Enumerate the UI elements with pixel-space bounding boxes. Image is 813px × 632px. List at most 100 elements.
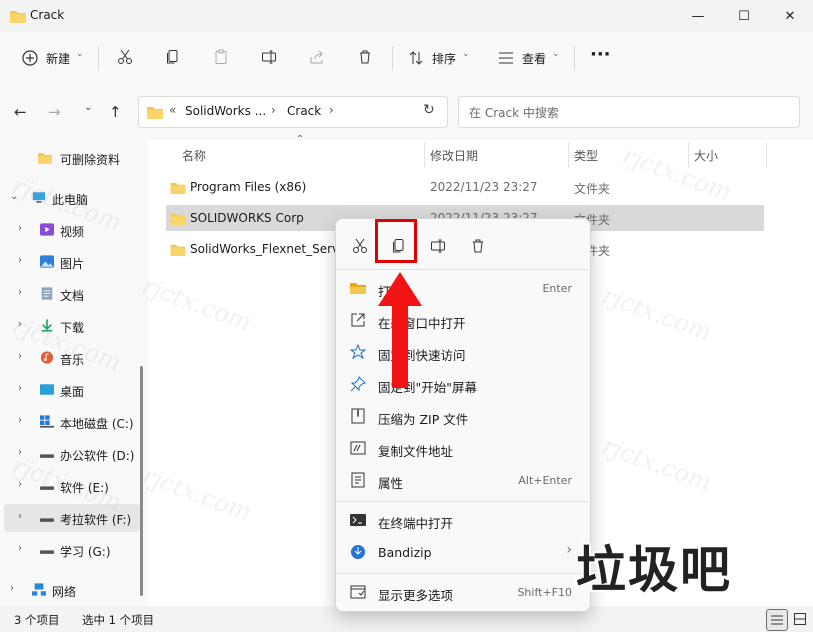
view-button[interactable]: 查看 ⌄ bbox=[494, 44, 564, 72]
chevron-right-icon[interactable]: › bbox=[18, 543, 22, 554]
sort-label: 排序 bbox=[432, 52, 457, 66]
cm-item-bandizip[interactable]: Bandizip › bbox=[340, 537, 586, 567]
drive-icon bbox=[40, 550, 54, 554]
cm-item-properties[interactable]: 属性 Alt+Enter bbox=[340, 465, 586, 495]
cm-item-copy-path[interactable]: 复制文件地址 bbox=[340, 433, 586, 463]
desktop-icon bbox=[40, 384, 54, 395]
rename-button[interactable] bbox=[256, 44, 282, 70]
sidebar-item-network[interactable]: › 网络 bbox=[0, 576, 140, 604]
chevron-right-icon[interactable]: › bbox=[18, 383, 22, 394]
chevron-right-icon[interactable]: › bbox=[18, 255, 22, 266]
sidebar-item-removable[interactable]: 可删除资料 bbox=[0, 144, 140, 172]
address-bar[interactable]: « SolidWorks ... › Crack › ↻ bbox=[138, 96, 448, 128]
rename-icon bbox=[262, 50, 276, 64]
title-bar: Crack — ☐ ✕ bbox=[0, 0, 813, 32]
selection-count: 选中 1 个项目 bbox=[82, 613, 155, 627]
cm-delete-button[interactable] bbox=[464, 233, 492, 259]
cut-button[interactable] bbox=[112, 44, 138, 70]
forward-arrow-icon[interactable]: → bbox=[48, 103, 61, 121]
column-header-size[interactable]: 大小 bbox=[694, 147, 718, 164]
delete-button[interactable] bbox=[352, 44, 378, 70]
cm-item-open-terminal[interactable]: 在终端中打开 bbox=[340, 505, 586, 535]
folder-icon bbox=[38, 153, 52, 164]
breadcrumb-separator: › bbox=[329, 103, 334, 117]
folder-icon bbox=[170, 182, 186, 194]
sidebar-item-documents[interactable]: › 文档 bbox=[0, 280, 140, 308]
new-button[interactable]: 新建 ⌄ bbox=[18, 44, 88, 72]
sort-button[interactable]: 排序 ⌄ bbox=[404, 44, 474, 72]
breadcrumb-overflow[interactable]: « bbox=[169, 103, 176, 117]
scissors-icon bbox=[353, 238, 367, 253]
folder-icon bbox=[170, 244, 186, 256]
watermark-text: 垃圾吧 bbox=[576, 541, 732, 599]
chevron-right-icon[interactable]: › bbox=[10, 583, 14, 594]
document-icon bbox=[41, 287, 53, 300]
scissors-icon bbox=[118, 49, 132, 64]
breadcrumb-item[interactable]: Crack bbox=[287, 104, 321, 118]
chevron-right-icon[interactable]: › bbox=[18, 351, 22, 362]
sidebar-item-desktop[interactable]: › 桌面 bbox=[0, 376, 140, 404]
picture-icon bbox=[40, 255, 54, 268]
chevron-down-icon: ⌄ bbox=[76, 49, 84, 59]
chevron-right-icon: › bbox=[566, 542, 572, 558]
file-date: 2022/11/23 23:27 bbox=[430, 180, 538, 194]
cm-item-pin-quick-access[interactable]: 固定到快速访问 bbox=[340, 337, 586, 367]
cm-item-compress-zip[interactable]: 压缩为 ZIP 文件 bbox=[340, 401, 586, 431]
sidebar-item-label: 网络 bbox=[52, 585, 77, 599]
cm-item-label: 压缩为 ZIP 文件 bbox=[378, 412, 469, 427]
copy-button[interactable] bbox=[160, 44, 186, 70]
cm-rename-button[interactable] bbox=[424, 233, 452, 259]
sidebar-item-label: 可删除资料 bbox=[60, 153, 121, 167]
cm-item-shortcut: Shift+F10 bbox=[517, 586, 572, 599]
network-icon bbox=[32, 583, 46, 596]
search-placeholder: 在 Crack 中搜索 bbox=[469, 106, 559, 120]
list-view-icon bbox=[499, 52, 513, 64]
chevron-right-icon[interactable]: › bbox=[18, 511, 22, 522]
bandizip-icon bbox=[351, 545, 365, 559]
drive-icon bbox=[40, 518, 54, 522]
folder-icon bbox=[10, 11, 26, 23]
cm-cut-button[interactable] bbox=[346, 233, 374, 259]
share-button[interactable] bbox=[304, 44, 330, 70]
window-title: Crack bbox=[30, 8, 65, 22]
clipboard-icon bbox=[215, 49, 227, 64]
chevron-right-icon[interactable]: › bbox=[18, 223, 22, 234]
details-view-button[interactable] bbox=[766, 609, 788, 631]
cm-item-pin-start[interactable]: 固定到"开始"屏幕 bbox=[340, 369, 586, 399]
more-options-button[interactable]: ··· bbox=[590, 44, 611, 65]
back-arrow-icon[interactable]: ← bbox=[14, 103, 27, 121]
cm-item-open-new-window[interactable]: 在新窗口中打开 bbox=[340, 305, 586, 335]
chevron-right-icon[interactable]: › bbox=[18, 415, 22, 426]
column-header-name[interactable]: 名称 bbox=[182, 147, 206, 164]
tiles-view-button[interactable] bbox=[790, 609, 810, 629]
tiles-view-icon bbox=[794, 613, 806, 625]
file-type: 文件夹 bbox=[574, 182, 611, 196]
paste-button[interactable] bbox=[208, 44, 234, 70]
column-header-type[interactable]: 类型 bbox=[574, 147, 598, 164]
video-icon bbox=[40, 223, 54, 236]
recent-chevron-icon[interactable]: ⌄ bbox=[84, 102, 92, 113]
up-arrow-icon[interactable]: ↑ bbox=[109, 103, 122, 121]
cm-item-label: Bandizip bbox=[378, 545, 432, 560]
close-button[interactable]: ✕ bbox=[767, 0, 813, 32]
pin-icon bbox=[350, 376, 366, 392]
maximize-button[interactable]: ☐ bbox=[721, 0, 767, 32]
search-box[interactable]: 在 Crack 中搜索 bbox=[458, 96, 800, 128]
breadcrumb-item[interactable]: SolidWorks ... bbox=[185, 104, 266, 118]
star-icon bbox=[350, 344, 366, 360]
drive-icon bbox=[40, 454, 54, 458]
minimize-button[interactable]: — bbox=[675, 0, 721, 32]
cm-item-open[interactable]: 打开 Enter bbox=[340, 273, 586, 303]
rename-icon bbox=[431, 239, 445, 253]
cm-item-show-more[interactable]: 显示更多选项 Shift+F10 bbox=[340, 577, 586, 607]
sidebar-item-pictures[interactable]: › 图片 bbox=[0, 248, 140, 276]
sidebar-item-drive-f[interactable]: › 考拉软件 (F:) bbox=[4, 504, 140, 532]
refresh-icon[interactable]: ↻ bbox=[423, 102, 435, 118]
column-header-date[interactable]: 修改日期 bbox=[430, 147, 478, 164]
sidebar-item-drive-g[interactable]: › 学习 (G:) bbox=[0, 536, 140, 564]
sidebar-item-drive-c[interactable]: › 本地磁盘 (C:) bbox=[0, 408, 140, 436]
folder-open-icon bbox=[350, 283, 366, 294]
cm-item-shortcut: Alt+Enter bbox=[518, 474, 572, 487]
sidebar-item-label: 办公软件 (D:) bbox=[60, 449, 135, 463]
chevron-right-icon[interactable]: › bbox=[18, 287, 22, 298]
